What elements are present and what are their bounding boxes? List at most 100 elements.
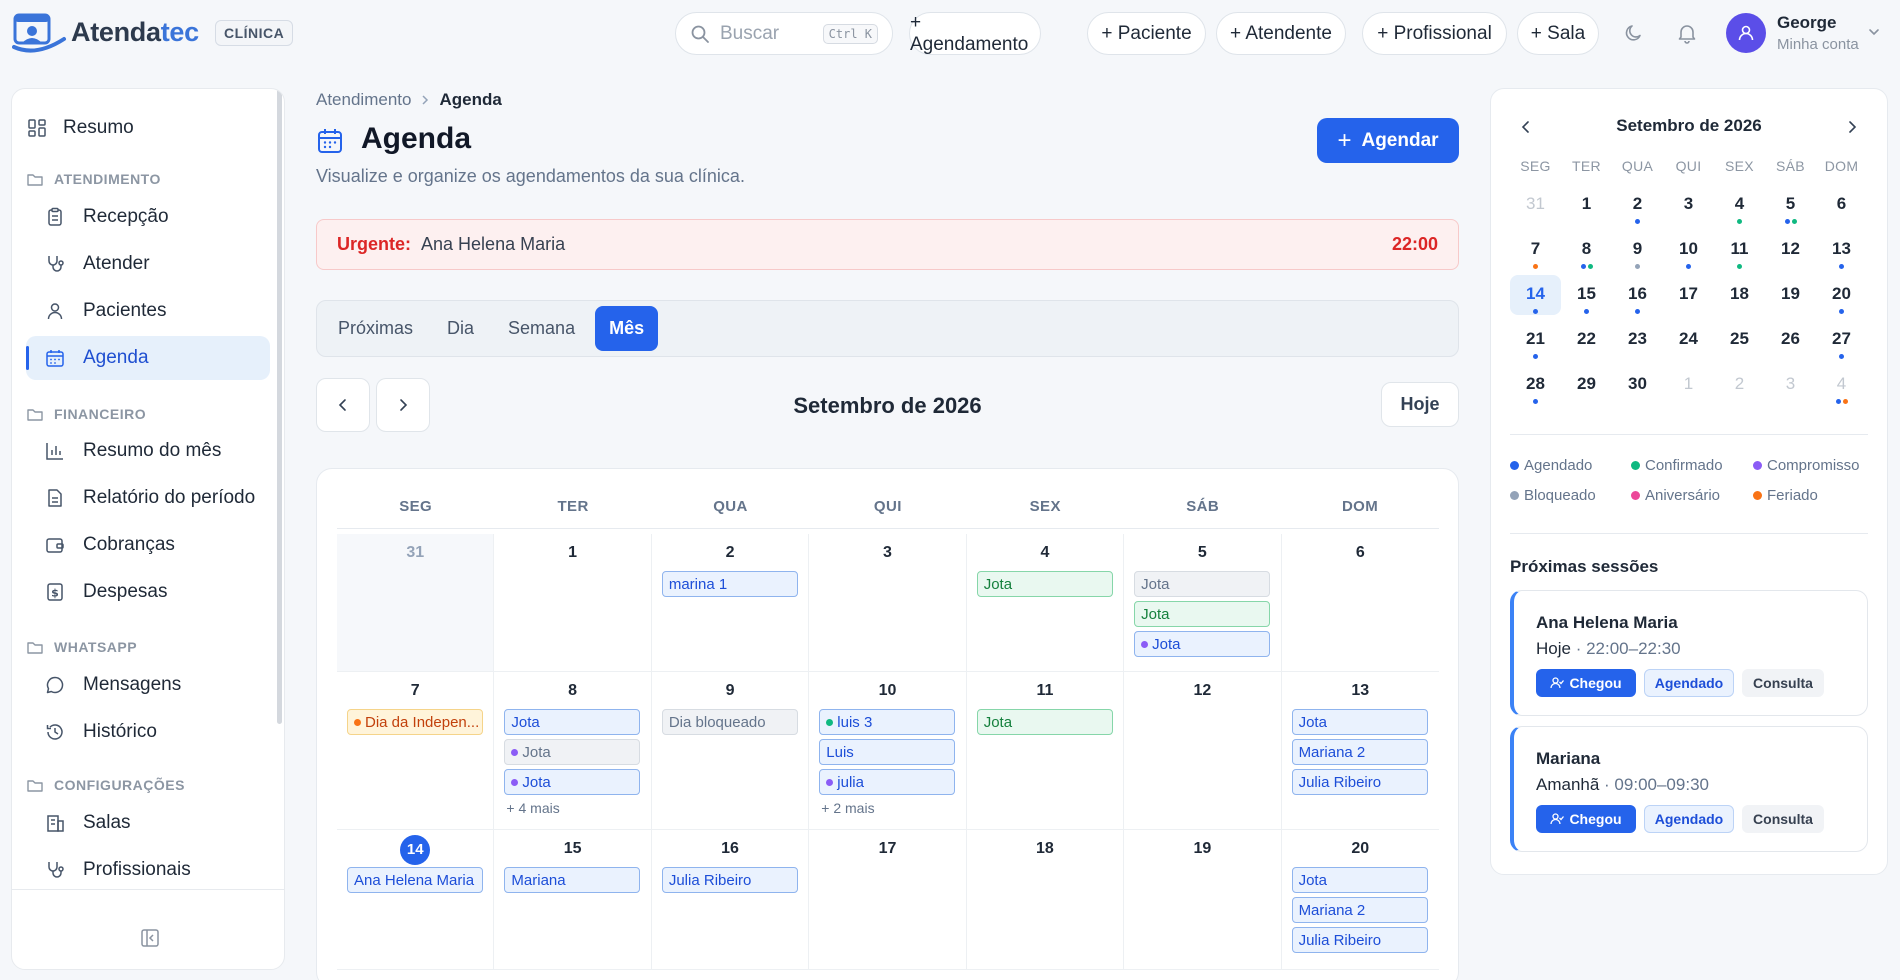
mini-calendar-day[interactable]: 20 bbox=[1816, 275, 1867, 315]
mini-calendar-day[interactable]: 19 bbox=[1765, 275, 1816, 315]
calendar-day-cell[interactable]: 18 bbox=[966, 830, 1125, 970]
new-professional-button[interactable]: + Profissional bbox=[1362, 12, 1507, 55]
calendar-day-cell[interactable]: 31 bbox=[337, 534, 495, 672]
calendar-day-cell[interactable]: 17 bbox=[809, 830, 967, 970]
mini-calendar-day[interactable]: 16 bbox=[1612, 275, 1663, 315]
calendar-event[interactable]: Jota bbox=[1291, 709, 1428, 735]
calendar-day-cell[interactable]: 9 Dia bloqueado bbox=[651, 672, 810, 830]
mini-calendar-day[interactable]: 3 bbox=[1765, 365, 1816, 405]
mini-calendar-day[interactable]: 30 bbox=[1612, 365, 1663, 405]
mini-calendar-day[interactable]: 5 bbox=[1765, 185, 1816, 225]
calendar-event[interactable]: Mariana 2 bbox=[1291, 739, 1428, 765]
calendar-event[interactable]: Ana Helena Maria bbox=[347, 867, 483, 893]
calendar-day-cell[interactable]: 19 bbox=[1124, 830, 1282, 970]
new-room-button[interactable]: + Sala bbox=[1517, 12, 1599, 55]
calendar-day-cell[interactable]: 6 bbox=[1281, 534, 1439, 672]
sidebar-item-resumo[interactable]: Resumo bbox=[26, 106, 270, 150]
sidebar-item-cobrancas[interactable]: Cobranças bbox=[26, 523, 270, 567]
user-name[interactable]: George bbox=[1777, 13, 1837, 33]
collapse-sidebar-icon[interactable] bbox=[140, 928, 160, 948]
mini-calendar-day[interactable]: 10 bbox=[1663, 230, 1714, 270]
calendar-day-cell[interactable]: 12 bbox=[1124, 672, 1282, 830]
schedule-button[interactable]: + Agendar bbox=[1317, 118, 1459, 163]
calendar-day-cell[interactable]: 5 Jota Jota Jota bbox=[1124, 534, 1282, 672]
notifications-button[interactable] bbox=[1672, 18, 1702, 48]
mini-calendar-day[interactable]: 24 bbox=[1663, 320, 1714, 360]
calendar-event[interactable]: Jota bbox=[504, 739, 641, 765]
mini-calendar-day[interactable]: 2 bbox=[1714, 365, 1765, 405]
calendar-event[interactable]: Jota bbox=[1291, 867, 1428, 893]
mini-calendar-day[interactable]: 14 bbox=[1510, 275, 1561, 315]
calendar-event[interactable]: luis 3 bbox=[819, 709, 956, 735]
sidebar-item-atender[interactable]: Atender bbox=[26, 242, 270, 286]
tab-semana[interactable]: Semana bbox=[494, 306, 589, 351]
mini-calendar-day[interactable]: 17 bbox=[1663, 275, 1714, 315]
calendar-event[interactable]: Jota bbox=[1134, 601, 1271, 627]
calendar-event[interactable]: Julia Ribeiro bbox=[1291, 927, 1428, 953]
chevron-right-icon[interactable] bbox=[1843, 118, 1861, 136]
new-patient-button[interactable]: + Paciente bbox=[1087, 12, 1206, 55]
mini-calendar-day[interactable]: 25 bbox=[1714, 320, 1765, 360]
calendar-event[interactable]: Julia Ribeiro bbox=[661, 867, 798, 893]
mini-calendar-day[interactable]: 1 bbox=[1561, 185, 1612, 225]
mini-calendar-day[interactable]: 31 bbox=[1510, 185, 1561, 225]
calendar-day-cell[interactable]: 4 Jota bbox=[966, 534, 1125, 672]
mini-calendar-day[interactable]: 1 bbox=[1663, 365, 1714, 405]
calendar-event[interactable]: Jota bbox=[504, 709, 641, 735]
urgent-alert[interactable]: Urgente: Ana Helena Maria 22:00 bbox=[316, 219, 1459, 270]
today-button[interactable]: Hoje bbox=[1381, 382, 1459, 427]
sidebar-scrollbar[interactable] bbox=[277, 89, 282, 724]
calendar-day-cell[interactable]: 3 bbox=[809, 534, 967, 672]
user-account-link[interactable]: Minha conta bbox=[1777, 36, 1859, 53]
calendar-day-cell[interactable]: 8 Jota Jota Jota + 4 mais bbox=[494, 672, 652, 830]
theme-toggle-button[interactable] bbox=[1619, 18, 1649, 48]
calendar-day-cell[interactable]: 10 luis 3 Luis julia + 2 mais bbox=[809, 672, 967, 830]
mini-calendar-day[interactable]: 21 bbox=[1510, 320, 1561, 360]
calendar-day-cell[interactable]: 16 Julia Ribeiro bbox=[651, 830, 810, 970]
mini-calendar-day[interactable]: 22 bbox=[1561, 320, 1612, 360]
mini-calendar-day[interactable]: 12 bbox=[1765, 230, 1816, 270]
mini-calendar-day[interactable]: 26 bbox=[1765, 320, 1816, 360]
calendar-day-cell[interactable]: 15 Mariana bbox=[494, 830, 652, 970]
session-card[interactable]: Mariana Amanhã · 09:00–09:30 Chegou Agendad… bbox=[1510, 726, 1868, 852]
calendar-event[interactable]: Julia Ribeiro bbox=[1291, 769, 1428, 795]
mini-calendar-day[interactable]: 7 bbox=[1510, 230, 1561, 270]
sidebar-item-agenda[interactable]: Agenda bbox=[26, 336, 270, 380]
calendar-day-cell[interactable]: 7 Dia da Indepen... bbox=[337, 672, 495, 830]
sidebar-item-relatorio[interactable]: Relatório do período bbox=[26, 476, 270, 520]
mini-calendar-day[interactable]: 6 bbox=[1816, 185, 1867, 225]
mini-calendar-day[interactable]: 4 bbox=[1714, 185, 1765, 225]
sidebar-item-profissionais[interactable]: Profissionais bbox=[26, 848, 270, 892]
mini-calendar-day[interactable]: 15 bbox=[1561, 275, 1612, 315]
sidebar-item-historico[interactable]: Histórico bbox=[26, 710, 270, 754]
mini-calendar-day[interactable]: 3 bbox=[1663, 185, 1714, 225]
calendar-event[interactable]: Jota bbox=[1134, 571, 1271, 597]
calendar-day-cell[interactable]: 13 Jota Mariana 2 Julia Ribeiro bbox=[1281, 672, 1439, 830]
mini-calendar-day[interactable]: 29 bbox=[1561, 365, 1612, 405]
calendar-day-cell[interactable]: 1 bbox=[494, 534, 652, 672]
calendar-event[interactable]: Dia bloqueado bbox=[661, 709, 798, 735]
new-appointment-button[interactable]: + Agendamento bbox=[909, 12, 1041, 55]
calendar-day-cell[interactable]: 11 Jota bbox=[966, 672, 1125, 830]
more-events-link[interactable]: + 2 mais bbox=[821, 800, 874, 816]
tab-mes[interactable]: Mês bbox=[595, 306, 659, 351]
tab-proximas[interactable]: Próximas bbox=[324, 306, 427, 351]
chevron-down-icon[interactable] bbox=[1866, 24, 1882, 40]
calendar-event[interactable]: marina 1 bbox=[661, 571, 798, 597]
sidebar-item-resumo-do-mes[interactable]: Resumo do mês bbox=[26, 429, 270, 473]
calendar-event[interactable]: Jota bbox=[504, 769, 641, 795]
calendar-event[interactable]: Mariana bbox=[504, 867, 641, 893]
calendar-event[interactable]: Mariana 2 bbox=[1291, 897, 1428, 923]
calendar-day-cell[interactable]: 2 marina 1 bbox=[651, 534, 810, 672]
session-card[interactable]: Ana Helena Maria Hoje · 22:00–22:30 Chegou… bbox=[1510, 590, 1868, 716]
calendar-event[interactable]: Jota bbox=[1134, 631, 1271, 657]
sidebar-item-mensagens[interactable]: Mensagens bbox=[26, 663, 270, 707]
tab-dia[interactable]: Dia bbox=[433, 306, 488, 351]
mini-calendar-day[interactable]: 8 bbox=[1561, 230, 1612, 270]
breadcrumb-link[interactable]: Atendimento bbox=[316, 90, 411, 110]
calendar-event[interactable]: julia bbox=[819, 769, 956, 795]
mini-calendar-day[interactable]: 18 bbox=[1714, 275, 1765, 315]
mini-calendar-day[interactable]: 23 bbox=[1612, 320, 1663, 360]
app-logo[interactable]: Atendatec bbox=[12, 11, 199, 53]
search-input[interactable]: Buscar Ctrl K bbox=[675, 12, 893, 55]
